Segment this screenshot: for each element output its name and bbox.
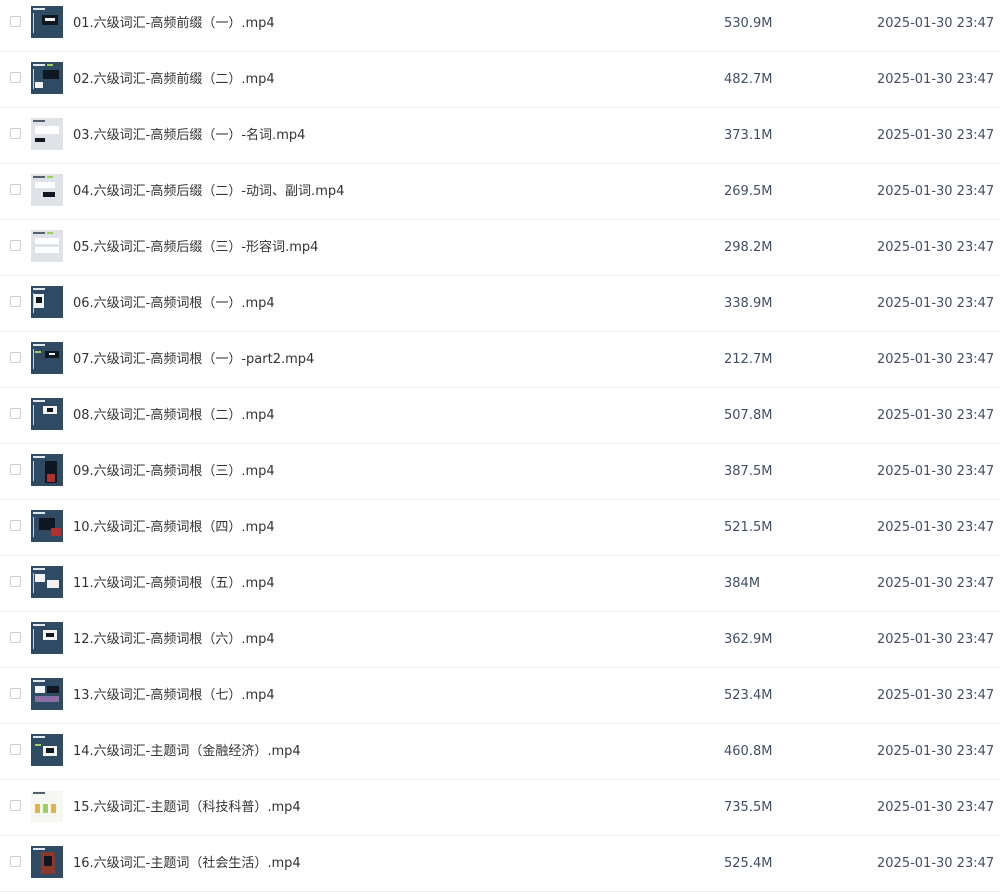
- video-thumbnail-icon[interactable]: [31, 566, 63, 598]
- row-checkbox[interactable]: [10, 296, 21, 307]
- video-thumbnail-icon[interactable]: [31, 398, 63, 430]
- row-checkbox[interactable]: [10, 128, 21, 139]
- file-row[interactable]: 08.六级词汇-高频词根（二）.mp4 507.8M 2025-01-30 23…: [0, 388, 1000, 444]
- file-size: 525.4M: [724, 856, 773, 871]
- file-row[interactable]: 03.六级词汇-高频后缀（一）-名词.mp4 373.1M 2025-01-30…: [0, 108, 1000, 164]
- file-name[interactable]: 05.六级词汇-高频后缀（三）-形容词.mp4: [73, 239, 318, 256]
- file-size: 507.8M: [724, 408, 773, 423]
- file-modified-time: 2025-01-30 23:47: [877, 72, 995, 87]
- file-row[interactable]: 13.六级词汇-高频词根（七）.mp4 523.4M 2025-01-30 23…: [0, 668, 1000, 724]
- row-checkbox[interactable]: [10, 576, 21, 587]
- row-checkbox[interactable]: [10, 464, 21, 475]
- file-modified-time: 2025-01-30 23:47: [877, 688, 995, 703]
- file-modified-time: 2025-01-30 23:47: [877, 240, 995, 255]
- video-thumbnail-icon[interactable]: [31, 622, 63, 654]
- file-size: 338.9M: [724, 296, 773, 311]
- file-name[interactable]: 09.六级词汇-高频词根（三）.mp4: [73, 463, 275, 480]
- file-size: 212.7M: [724, 352, 773, 367]
- file-row[interactable]: 07.六级词汇-高频词根（一）-part2.mp4 212.7M 2025-01…: [0, 332, 1000, 388]
- file-row[interactable]: 06.六级词汇-高频词根（一）.mp4 338.9M 2025-01-30 23…: [0, 276, 1000, 332]
- row-checkbox[interactable]: [10, 688, 21, 699]
- file-list: 01.六级词汇-高频前缀（一）.mp4 530.9M 2025-01-30 23…: [0, 0, 1000, 892]
- file-modified-time: 2025-01-30 23:47: [877, 576, 995, 591]
- file-modified-time: 2025-01-30 23:47: [877, 408, 995, 423]
- file-size: 298.2M: [724, 240, 773, 255]
- file-modified-time: 2025-01-30 23:47: [877, 800, 995, 815]
- file-modified-time: 2025-01-30 23:47: [877, 632, 995, 647]
- row-checkbox[interactable]: [10, 240, 21, 251]
- file-size: 362.9M: [724, 632, 773, 647]
- file-name[interactable]: 13.六级词汇-高频词根（七）.mp4: [73, 687, 275, 704]
- file-row[interactable]: 05.六级词汇-高频后缀（三）-形容词.mp4 298.2M 2025-01-3…: [0, 220, 1000, 276]
- file-size: 521.5M: [724, 520, 773, 535]
- video-thumbnail-icon[interactable]: [31, 286, 63, 318]
- file-name[interactable]: 04.六级词汇-高频后缀（二）-动词、副词.mp4: [73, 183, 344, 200]
- video-thumbnail-icon[interactable]: [31, 678, 63, 710]
- file-row[interactable]: 12.六级词汇-高频词根（六）.mp4 362.9M 2025-01-30 23…: [0, 612, 1000, 668]
- video-thumbnail-icon[interactable]: [31, 118, 63, 150]
- file-name[interactable]: 01.六级词汇-高频前缀（一）.mp4: [73, 15, 275, 32]
- file-size: 269.5M: [724, 184, 773, 199]
- file-name[interactable]: 07.六级词汇-高频词根（一）-part2.mp4: [73, 351, 314, 368]
- video-thumbnail-icon[interactable]: [31, 6, 63, 38]
- file-row[interactable]: 10.六级词汇-高频词根（四）.mp4 521.5M 2025-01-30 23…: [0, 500, 1000, 556]
- video-thumbnail-icon[interactable]: [31, 790, 63, 822]
- row-checkbox[interactable]: [10, 856, 21, 867]
- file-modified-time: 2025-01-30 23:47: [877, 128, 995, 143]
- file-name[interactable]: 16.六级词汇-主题词（社会生活）.mp4: [73, 855, 301, 872]
- file-name[interactable]: 06.六级词汇-高频词根（一）.mp4: [73, 295, 275, 312]
- row-checkbox[interactable]: [10, 16, 21, 27]
- file-size: 373.1M: [724, 128, 773, 143]
- video-thumbnail-icon[interactable]: [31, 510, 63, 542]
- file-name[interactable]: 12.六级词汇-高频词根（六）.mp4: [73, 631, 275, 648]
- file-row[interactable]: 04.六级词汇-高频后缀（二）-动词、副词.mp4 269.5M 2025-01…: [0, 164, 1000, 220]
- file-modified-time: 2025-01-30 23:47: [877, 296, 995, 311]
- file-size: 735.5M: [724, 800, 773, 815]
- video-thumbnail-icon[interactable]: [31, 734, 63, 766]
- file-size: 387.5M: [724, 464, 773, 479]
- file-row[interactable]: 09.六级词汇-高频词根（三）.mp4 387.5M 2025-01-30 23…: [0, 444, 1000, 500]
- file-name[interactable]: 03.六级词汇-高频后缀（一）-名词.mp4: [73, 127, 305, 144]
- file-size: 530.9M: [724, 16, 773, 31]
- file-modified-time: 2025-01-30 23:47: [877, 352, 995, 367]
- file-name[interactable]: 11.六级词汇-高频词根（五）.mp4: [73, 575, 275, 592]
- row-checkbox[interactable]: [10, 800, 21, 811]
- file-row[interactable]: 16.六级词汇-主题词（社会生活）.mp4 525.4M 2025-01-30 …: [0, 836, 1000, 892]
- file-name[interactable]: 10.六级词汇-高频词根（四）.mp4: [73, 519, 275, 536]
- file-name[interactable]: 08.六级词汇-高频词根（二）.mp4: [73, 407, 275, 424]
- file-name[interactable]: 15.六级词汇-主题词（科技科普）.mp4: [73, 799, 301, 816]
- row-checkbox[interactable]: [10, 744, 21, 755]
- file-modified-time: 2025-01-30 23:47: [877, 16, 995, 31]
- file-size: 523.4M: [724, 688, 773, 703]
- row-checkbox[interactable]: [10, 408, 21, 419]
- file-row[interactable]: 14.六级词汇-主题词（金融经济）.mp4 460.8M 2025-01-30 …: [0, 724, 1000, 780]
- file-modified-time: 2025-01-30 23:47: [877, 520, 995, 535]
- video-thumbnail-icon[interactable]: [31, 342, 63, 374]
- row-checkbox[interactable]: [10, 184, 21, 195]
- video-thumbnail-icon[interactable]: [31, 62, 63, 94]
- row-checkbox[interactable]: [10, 520, 21, 531]
- file-name[interactable]: 02.六级词汇-高频前缀（二）.mp4: [73, 71, 275, 88]
- video-thumbnail-icon[interactable]: [31, 230, 63, 262]
- file-modified-time: 2025-01-30 23:47: [877, 744, 995, 759]
- file-row[interactable]: 15.六级词汇-主题词（科技科普）.mp4 735.5M 2025-01-30 …: [0, 780, 1000, 836]
- video-thumbnail-icon[interactable]: [31, 174, 63, 206]
- row-checkbox[interactable]: [10, 632, 21, 643]
- file-name[interactable]: 14.六级词汇-主题词（金融经济）.mp4: [73, 743, 301, 760]
- row-checkbox[interactable]: [10, 72, 21, 83]
- file-row[interactable]: 02.六级词汇-高频前缀（二）.mp4 482.7M 2025-01-30 23…: [0, 52, 1000, 108]
- row-checkbox[interactable]: [10, 352, 21, 363]
- file-row[interactable]: 01.六级词汇-高频前缀（一）.mp4 530.9M 2025-01-30 23…: [0, 0, 1000, 52]
- file-modified-time: 2025-01-30 23:47: [877, 856, 995, 871]
- video-thumbnail-icon[interactable]: [31, 846, 63, 878]
- file-size: 460.8M: [724, 744, 773, 759]
- file-size: 482.7M: [724, 72, 773, 87]
- file-row[interactable]: 11.六级词汇-高频词根（五）.mp4 384M 2025-01-30 23:4…: [0, 556, 1000, 612]
- file-modified-time: 2025-01-30 23:47: [877, 184, 995, 199]
- video-thumbnail-icon[interactable]: [31, 454, 63, 486]
- file-size: 384M: [724, 576, 761, 591]
- file-modified-time: 2025-01-30 23:47: [877, 464, 995, 479]
